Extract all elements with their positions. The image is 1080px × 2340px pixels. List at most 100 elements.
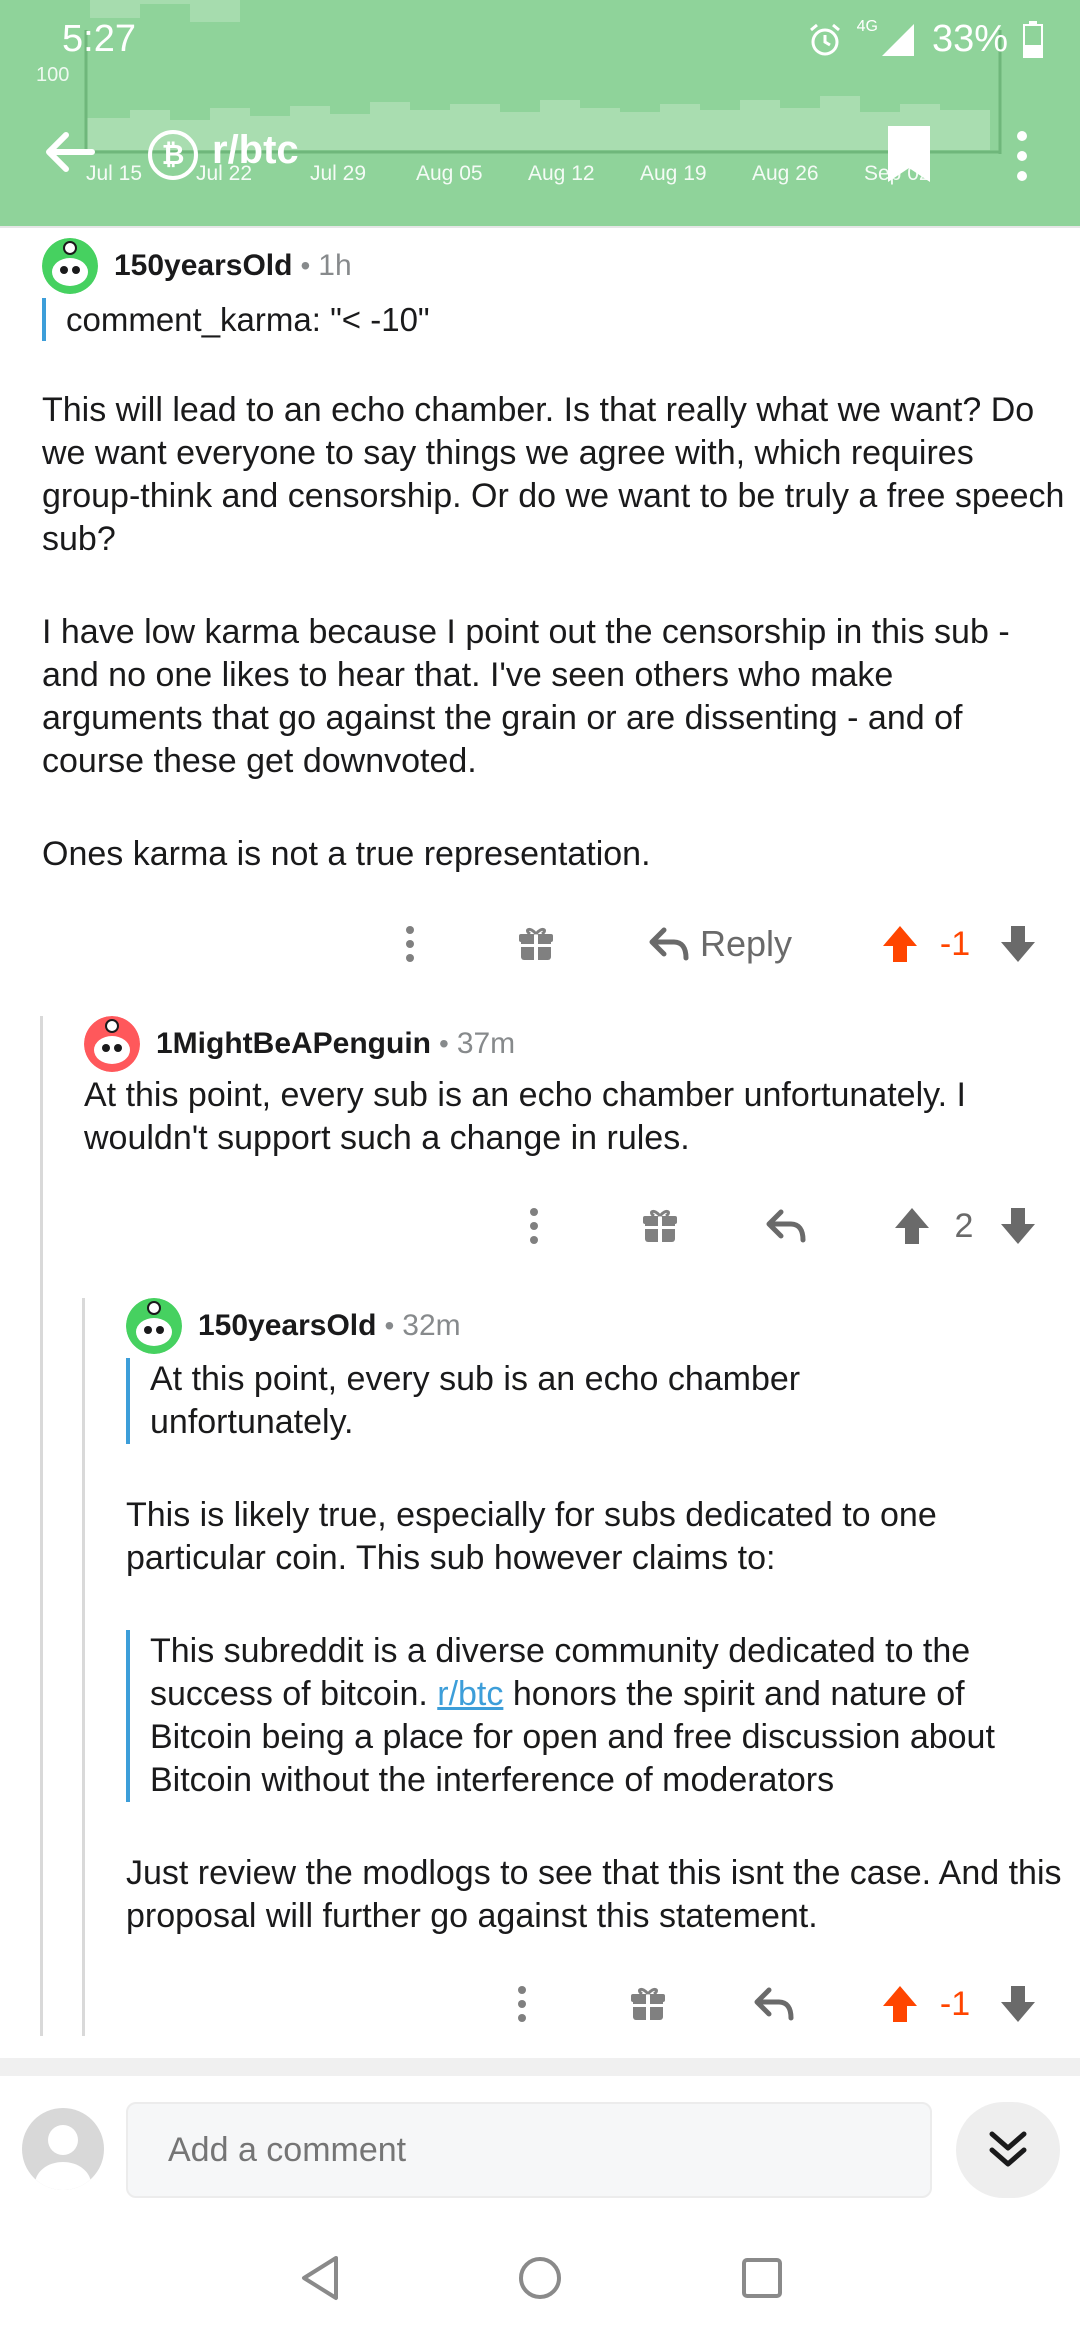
back-button[interactable] xyxy=(42,124,98,180)
downvote-icon xyxy=(1001,1208,1035,1244)
avatar[interactable] xyxy=(126,1298,182,1354)
nav-back-button[interactable] xyxy=(290,2248,350,2308)
downvote-button[interactable] xyxy=(994,1972,1042,2036)
battery-percent: 33% xyxy=(931,18,1008,60)
gift-icon xyxy=(631,1987,665,2020)
score: -1 xyxy=(934,912,976,976)
more-vert-icon xyxy=(530,1208,538,1244)
comment-header: 150yearsOld • 32m xyxy=(126,1298,1066,1354)
separator-dot: • xyxy=(439,1028,449,1059)
more-vert-icon xyxy=(518,1986,526,2022)
section-divider xyxy=(0,2058,1080,2076)
upvote-icon xyxy=(883,926,917,962)
alarm-icon xyxy=(809,23,840,55)
nav-recents-button[interactable] xyxy=(732,2248,792,2308)
battery-icon xyxy=(1023,20,1043,58)
collapse-comments-button[interactable] xyxy=(956,2102,1060,2198)
comment-input[interactable] xyxy=(126,2102,932,2198)
subreddit-name[interactable]: r/btc xyxy=(212,128,299,173)
reply-icon xyxy=(649,927,689,961)
comment-quote: comment_karma: "< -10" xyxy=(42,298,1062,341)
bitcoin-icon: ₿ xyxy=(148,130,198,180)
user-avatar[interactable] xyxy=(22,2108,104,2190)
comment: 1MightBeAPenguin • 37m At this point, ev… xyxy=(84,1016,1064,1160)
signal-icon xyxy=(881,23,914,56)
more-button[interactable] xyxy=(390,912,430,976)
comment-composer xyxy=(0,2076,1080,2214)
more-button[interactable] xyxy=(514,1194,554,1258)
toolbar: ₿ r/btc xyxy=(0,110,1080,194)
comment: 150yearsOld • 1h comment_karma: "< -10" … xyxy=(42,238,1064,876)
comment-quote: At this point, every sub is an echo cham… xyxy=(126,1358,886,1444)
comment-paragraph: I have low karma because I point out the… xyxy=(42,613,1010,780)
downvote-button[interactable] xyxy=(994,912,1042,976)
award-button[interactable] xyxy=(636,1194,684,1258)
chevron-double-down-icon xyxy=(989,2131,1027,2167)
comment-actions: -1 xyxy=(0,1972,1080,2036)
upvote-icon xyxy=(895,1208,929,1244)
comment-author[interactable]: 150yearsOld xyxy=(198,1309,376,1343)
upvote-button[interactable] xyxy=(876,912,924,976)
nav-recents-icon xyxy=(742,2258,782,2298)
thread-line xyxy=(82,1298,85,2036)
comment-author[interactable]: 1MightBeAPenguin xyxy=(156,1027,431,1061)
comment-header: 1MightBeAPenguin • 37m xyxy=(84,1016,1064,1072)
separator-dot: • xyxy=(384,1310,395,1341)
comment-actions: 2 xyxy=(0,1194,1080,1258)
downvote-icon xyxy=(1001,926,1035,962)
comment-actions: Reply -1 xyxy=(0,912,1080,976)
thread-line xyxy=(40,1016,43,2036)
avatar[interactable] xyxy=(84,1016,140,1072)
more-options-button[interactable] xyxy=(1004,128,1040,184)
comment-paragraph: This will lead to an echo chamber. Is th… xyxy=(42,391,1065,558)
award-button[interactable] xyxy=(624,1972,672,2036)
subreddit-header: 100 Jul 15 Jul 22 Jul 29 Aug 05 Aug 12 A… xyxy=(0,0,1080,228)
back-arrow-icon xyxy=(46,132,95,172)
reply-label: Reply xyxy=(699,923,793,964)
comment-quote: This subreddit is a diverse community de… xyxy=(126,1630,1066,1802)
gift-icon xyxy=(519,927,553,960)
score-value: 2 xyxy=(954,1206,974,1245)
comment-time: 1h xyxy=(318,249,352,282)
more-button[interactable] xyxy=(502,1972,542,2036)
downvote-icon xyxy=(1001,1986,1035,2022)
reply-icon xyxy=(754,1987,794,2021)
status-bar: 5:27 4G 33% xyxy=(0,0,1080,80)
upvote-button[interactable] xyxy=(888,1194,936,1258)
reply-button[interactable] xyxy=(762,1194,810,1258)
bookmark-icon xyxy=(888,126,930,182)
comment: 150yearsOld • 32m At this point, every s… xyxy=(126,1298,1066,1938)
upvote-button[interactable] xyxy=(876,1972,924,2036)
upvote-icon xyxy=(883,1986,917,2022)
more-vert-icon xyxy=(406,926,414,962)
more-vert-icon xyxy=(1017,131,1027,181)
score: -1 xyxy=(934,1972,976,2036)
nav-back-icon xyxy=(302,2256,338,2300)
downvote-button[interactable] xyxy=(994,1194,1042,1258)
reply-button[interactable] xyxy=(750,1972,798,2036)
nav-home-button[interactable] xyxy=(510,2248,570,2308)
avatar[interactable] xyxy=(42,238,98,294)
status-time: 5:27 xyxy=(62,18,136,60)
score-value: -1 xyxy=(939,1984,971,2023)
comment-time: 37m xyxy=(456,1027,516,1060)
comment-paragraph: Ones karma is not a true representation. xyxy=(42,835,651,873)
separator-dot: • xyxy=(300,250,311,281)
nav-home-icon xyxy=(519,2257,561,2299)
system-nav-bar xyxy=(0,2214,1080,2340)
comment-author[interactable]: 150yearsOld xyxy=(114,249,292,283)
reply-icon xyxy=(766,1209,806,1243)
user-silhouette-icon xyxy=(35,2125,91,2190)
score-value: -1 xyxy=(939,924,971,963)
bookmark-button[interactable] xyxy=(884,124,934,184)
status-icons: 4G 33% xyxy=(807,18,1044,61)
score: 2 xyxy=(946,1194,982,1258)
comment-header: 150yearsOld • 1h xyxy=(42,238,1062,294)
comment-paragraph: Just review the modlogs to see that this… xyxy=(126,1854,1062,1935)
subreddit-link[interactable]: r/btc xyxy=(437,1675,503,1713)
gift-icon xyxy=(643,1209,677,1242)
award-button[interactable] xyxy=(512,912,560,976)
reply-button[interactable]: Reply xyxy=(640,912,800,976)
comment-paragraph: At this point, every sub is an echo cham… xyxy=(84,1076,966,1157)
comment-time: 32m xyxy=(402,1309,461,1342)
